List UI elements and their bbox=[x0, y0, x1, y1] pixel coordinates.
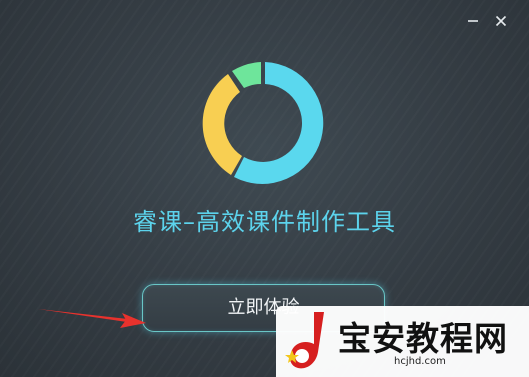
watermark-logo-icon bbox=[285, 312, 324, 369]
close-button[interactable] bbox=[490, 10, 512, 32]
watermark: 宝安教程网 hcjhd.com bbox=[276, 306, 529, 377]
app-window: 睿课–高效课件制作工具 立即体验 宝安教程网 hcjhd.com bbox=[0, 0, 529, 377]
minimize-button[interactable] bbox=[462, 10, 484, 32]
close-icon bbox=[495, 15, 507, 27]
watermark-text: 宝安教程网 bbox=[338, 319, 508, 358]
minimize-icon bbox=[468, 20, 478, 22]
annotation-arrow-icon bbox=[38, 309, 146, 328]
logo-segment-green bbox=[232, 62, 261, 88]
app-logo-icon bbox=[202, 62, 324, 184]
app-title: 睿课–高效课件制作工具 bbox=[133, 208, 396, 236]
watermark-url: hcjhd.com bbox=[394, 356, 446, 367]
logo-segment-yellow bbox=[202, 74, 242, 175]
